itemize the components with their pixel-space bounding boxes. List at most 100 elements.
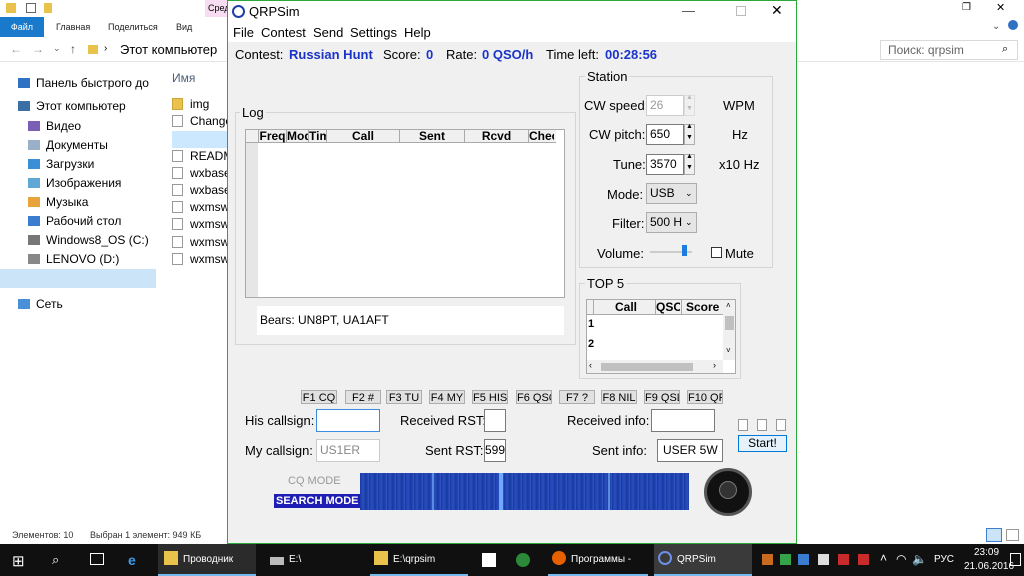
log-column-header[interactable]: Time	[308, 130, 326, 143]
start-button[interactable]: Start!	[738, 435, 787, 452]
cw-speed-spinner[interactable]: ▲ ▼	[684, 94, 695, 116]
windows-start-icon[interactable]: ⊞	[12, 552, 25, 570]
tray-app-icon[interactable]	[762, 554, 773, 565]
log-column-header[interactable]: Sent	[399, 130, 464, 143]
language-indicator[interactable]: РУС	[934, 554, 954, 565]
log-column-header[interactable]: Call	[326, 130, 399, 143]
large-icons-view-icon[interactable]	[1006, 529, 1019, 541]
fkey-button[interactable]: F7 ?	[559, 390, 595, 404]
menu-settings[interactable]: Settings	[350, 23, 397, 42]
tab-view[interactable]: Вид	[176, 17, 192, 37]
filter-select[interactable]: 500 H ⌄	[646, 212, 697, 233]
back-arrow-icon[interactable]: ←	[10, 42, 22, 56]
volume-icon[interactable]: 🔈	[912, 552, 927, 566]
tray-app-icon[interactable]	[780, 554, 791, 565]
log-column-header[interactable]: Rcvd	[464, 130, 528, 143]
top5-vscrollbar[interactable]: ˄ ˅	[723, 300, 735, 360]
edge-icon[interactable]: e	[128, 552, 136, 568]
sidebar-item[interactable]: Сеть	[18, 295, 63, 314]
cw-speed-input[interactable]: 26	[646, 95, 684, 116]
tray-app-icon[interactable]	[798, 554, 809, 565]
search-icon[interactable]: ⌕	[52, 552, 59, 568]
file-list-item[interactable]: wxmsw	[172, 199, 229, 216]
log-column-header[interactable]: Mod	[286, 130, 308, 143]
sidebar-item[interactable]: LENOVO (D:)	[28, 250, 119, 269]
volume-slider-thumb[interactable]	[681, 245, 687, 256]
cq-mode-label[interactable]: CQ MODE	[288, 475, 341, 487]
notifications-icon[interactable]	[1010, 553, 1021, 566]
fkey-button[interactable]: F3 TU	[386, 390, 422, 404]
search-mode-label[interactable]: SEARCH MODE	[274, 494, 361, 508]
fkey-button[interactable]: F4 MY	[429, 390, 465, 404]
file-list-item[interactable]: wxmsw	[172, 251, 229, 268]
sidebar-item[interactable]: Панель быстрого до	[18, 74, 149, 93]
fkey-button[interactable]: F5 HIS	[472, 390, 508, 404]
tray-chevron-icon[interactable]: ˄	[880, 551, 887, 565]
minimize-icon[interactable]: —	[682, 3, 695, 18]
menu-file[interactable]: File	[233, 23, 254, 42]
address-bar[interactable]: Этот компьютер	[120, 42, 217, 57]
menu-send[interactable]: Send	[313, 23, 343, 42]
clock-time[interactable]: 23:09	[974, 547, 999, 558]
store-icon[interactable]	[482, 553, 496, 567]
task-view-icon[interactable]	[90, 553, 104, 565]
checkbox-icon[interactable]	[26, 3, 36, 13]
sidebar-item[interactable]: Документы	[28, 136, 108, 155]
top5-table[interactable]: Call QSO Score 1 2 ˄ ˅ ‹ ›	[586, 299, 736, 374]
taskbar-drive-e[interactable]: E:\	[264, 544, 362, 576]
restore-icon[interactable]: ❐	[962, 2, 971, 13]
fkey-button[interactable]: F10 QRL	[687, 390, 723, 404]
tune-input[interactable]: 3570	[646, 154, 684, 175]
scroll-left-icon[interactable]: ‹	[589, 360, 592, 370]
hscroll-thumb[interactable]	[601, 363, 693, 371]
forward-arrow-icon[interactable]: →	[32, 42, 44, 56]
sent-info-input[interactable]: USER 5W	[657, 439, 723, 462]
mode-select[interactable]: USB ⌄	[646, 183, 697, 204]
file-list-item[interactable]: wxmsw	[172, 216, 229, 233]
close-icon[interactable]: ✕	[996, 1, 1005, 14]
sidebar-item[interactable]: Изображения	[28, 174, 121, 193]
menu-help[interactable]: Help	[404, 23, 431, 42]
scroll-thumb[interactable]	[725, 316, 734, 330]
fkey-button[interactable]: F1 CQ	[301, 390, 337, 404]
taskbar-firefox[interactable]: Программы -	[548, 544, 648, 576]
column-header-name[interactable]: Имя	[172, 71, 195, 85]
details-view-icon[interactable]	[986, 528, 1002, 542]
wifi-icon[interactable]: ◠	[896, 552, 906, 566]
file-list-item[interactable]: READM	[172, 148, 233, 165]
taskbar-explorer[interactable]: Проводник	[158, 544, 256, 576]
mute-checkbox[interactable]	[711, 247, 722, 258]
new-folder-icon[interactable]	[44, 3, 52, 13]
menu-contest[interactable]: Contest	[261, 23, 306, 42]
ribbon-expand-icon[interactable]: ⌄	[992, 21, 1000, 32]
sidebar-item[interactable]: Этот компьютер	[18, 97, 126, 116]
tray-app-icon[interactable]	[818, 554, 829, 565]
up-arrow-icon[interactable]: ↑	[70, 42, 76, 56]
tuning-knob[interactable]	[704, 468, 752, 516]
file-list-item[interactable]: Change	[172, 113, 232, 130]
clock-date[interactable]: 21.06.2016	[964, 561, 1014, 572]
file-list-item[interactable]: img	[172, 96, 209, 113]
sidebar-item[interactable]: Видео	[28, 117, 81, 136]
fkey-button[interactable]: F6 QSO	[516, 390, 552, 404]
sidebar-item[interactable]: Музыка	[28, 193, 88, 212]
fkey-button[interactable]: F2 #	[345, 390, 381, 404]
received-rst-input[interactable]	[484, 409, 506, 432]
cw-pitch-spinner[interactable]: ▲ ▼	[684, 123, 695, 145]
his-callsign-input[interactable]	[316, 409, 380, 432]
close-icon[interactable]: ✕	[771, 2, 783, 19]
sidebar-item[interactable]: Рабочий стол	[28, 212, 121, 231]
sent-rst-input[interactable]: 599	[484, 439, 506, 462]
top5-hscrollbar[interactable]: ‹ ›	[587, 360, 723, 373]
help-icon[interactable]	[1008, 20, 1018, 30]
tab-share[interactable]: Поделиться	[108, 17, 158, 37]
tray-app-icon[interactable]	[858, 554, 869, 565]
cw-pitch-input[interactable]: 650	[646, 124, 684, 145]
sidebar-item[interactable]: Windows8_OS (C:)	[28, 231, 149, 250]
file-list-item[interactable]: wxmsw	[172, 234, 229, 251]
file-list-item[interactable]: wxbase	[172, 165, 231, 182]
scroll-down-icon[interactable]: ˅	[726, 346, 731, 355]
search-input[interactable]: Поиск: qrpsim	[880, 40, 1018, 60]
tune-spinner[interactable]: ▲ ▼	[684, 153, 695, 175]
fkey-button[interactable]: F8 NIL	[601, 390, 637, 404]
